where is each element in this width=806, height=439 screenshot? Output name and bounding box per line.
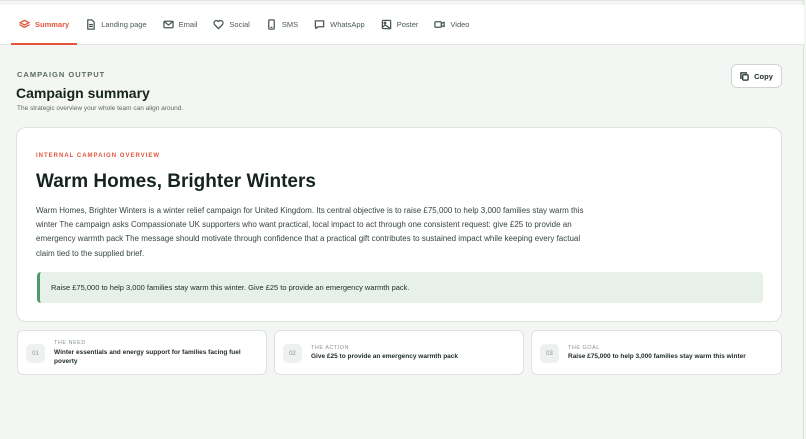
tab-landing-page[interactable]: Landing page (77, 5, 154, 44)
tab-label: Email (178, 20, 198, 29)
tab-email[interactable]: Email (155, 5, 206, 44)
callout-text: Raise £75,000 to help 3,000 families sta… (51, 283, 410, 292)
summary-card-need: 01 THE NEED Winter essentials and energy… (17, 330, 267, 375)
key-message-callout: Raise £75,000 to help 3,000 families sta… (37, 272, 763, 303)
tab-label: SMS (281, 20, 299, 29)
copy-icon (740, 71, 749, 81)
heart-icon (213, 19, 225, 30)
tab-social[interactable]: Social (205, 5, 257, 44)
summary-value: Raise £75,000 to help 3,000 families sta… (568, 353, 746, 360)
tab-label: Summary (35, 20, 70, 29)
tab-label: Social (229, 20, 250, 29)
section-eyebrow: CAMPAIGN OUTPUT (17, 70, 106, 79)
tab-poster[interactable]: Poster (373, 5, 427, 44)
tab-video[interactable]: Video (426, 5, 477, 44)
tab-label: Poster (396, 20, 419, 29)
step-number: 02 (283, 344, 302, 363)
tab-sms[interactable]: SMS (258, 5, 306, 44)
copy-button-label: Copy (754, 71, 773, 81)
summary-label: THE ACTION (311, 345, 350, 351)
tab-whatsapp[interactable]: WhatsApp (306, 5, 373, 44)
page-title: Campaign summary (16, 85, 150, 101)
copy-button[interactable]: Copy (731, 64, 782, 88)
summary-value: Give £25 to provide an emergency warmth … (311, 353, 459, 360)
summary-card-goal: 03 THE GOAL Raise £75,000 to help 3,000 … (531, 330, 782, 375)
summary-value: Winter essentials and energy support for… (54, 349, 241, 365)
video-icon (434, 21, 446, 28)
phone-icon (267, 19, 275, 30)
card-eyebrow: INTERNAL CAMPAIGN OVERVIEW (36, 153, 161, 159)
layers-icon (19, 19, 30, 28)
campaign-overview-card: INTERNAL CAMPAIGN OVERVIEW Warm Homes, B… (16, 127, 782, 322)
document-icon (87, 19, 95, 30)
tab-label: WhatsApp (330, 20, 365, 29)
step-number: 03 (540, 344, 559, 363)
step-number: 01 (26, 344, 45, 363)
page-subtitle: The strategic overview your whole team c… (17, 105, 184, 112)
app-frame: Summary Landing page Email Social SMS Wh… (0, 0, 804, 439)
tab-label: Landing page (101, 20, 147, 29)
tab-summary[interactable]: Summary (11, 5, 78, 45)
summary-card-action: 02 THE ACTION Give £25 to provide an eme… (274, 330, 524, 375)
output-tabs: Summary Landing page Email Social SMS Wh… (0, 5, 804, 45)
summary-label: THE GOAL (568, 345, 600, 351)
campaign-description: Warm Homes, Brighter Winters is a winter… (36, 206, 584, 258)
summary-label: THE NEED (54, 340, 86, 346)
campaign-title: Warm Homes, Brighter Winters (36, 171, 316, 192)
mail-icon (162, 20, 174, 29)
chat-bubble-icon (314, 20, 325, 30)
image-icon (381, 19, 392, 30)
tab-label: Video (450, 20, 470, 29)
